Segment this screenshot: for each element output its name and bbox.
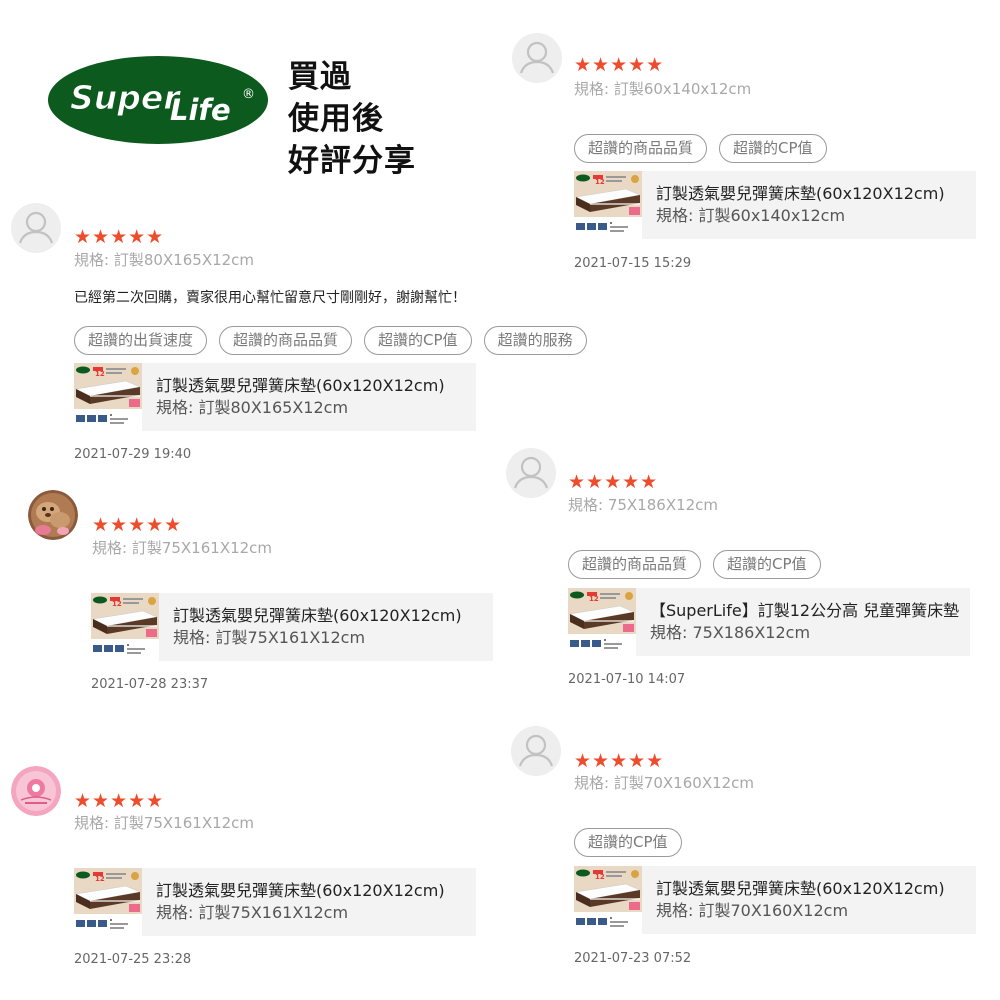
product-card[interactable]: 訂製透氣嬰兒彈簧床墊(60x120X12cm) 規格: 訂製75X161X12c…: [91, 593, 493, 661]
review-spec: 規格: 75X186X12cm: [568, 496, 719, 514]
tag-chip: 超讚的商品品質: [568, 550, 702, 579]
tag-chip: 超讚的商品品質: [219, 326, 353, 355]
tag-chip: 超讚的CP值: [719, 134, 827, 163]
product-card[interactable]: 訂製透氣嬰兒彈簧床墊(60x120X12cm) 規格: 訂製80X165X12c…: [74, 363, 476, 431]
star-rating: ★★★★★: [574, 750, 665, 772]
review-date: 2021-07-25 23:28: [74, 952, 192, 967]
product-thumbnail: [568, 588, 636, 656]
svg-text:Life: Life: [170, 93, 231, 127]
default-user-icon[interactable]: [511, 726, 561, 776]
default-user-icon[interactable]: [512, 33, 562, 83]
product-card[interactable]: 【SuperLife】訂製12公分高 兒童彈簧床墊 規格: 75X186X12c…: [568, 588, 970, 656]
svg-text:®: ®: [242, 87, 255, 102]
review-tags: 超讚的出貨速度 超讚的商品品質 超讚的CP值 超讚的服務: [74, 326, 587, 355]
product-thumbnail: [574, 866, 642, 934]
product-card[interactable]: 訂製透氣嬰兒彈簧床墊(60x120X12cm) 規格: 訂製70X160X12c…: [574, 866, 976, 934]
tag-chip: 超讚的CP值: [713, 550, 821, 579]
svg-text:Super: Super: [70, 78, 181, 117]
product-name: 訂製透氣嬰兒彈簧床墊(60x120X12cm): [656, 184, 945, 203]
review-date: 2021-07-29 19:40: [74, 447, 192, 462]
tag-chip: 超讚的商品品質: [574, 134, 708, 163]
tag-chip: 超讚的服務: [483, 326, 587, 355]
product-card[interactable]: 訂製透氣嬰兒彈簧床墊(60x120X12cm) 規格: 訂製75X161X12c…: [74, 868, 476, 936]
headline-line-3: 好評分享: [288, 143, 416, 179]
review-date: 2021-07-28 23:37: [91, 677, 209, 692]
review-spec: 規格: 訂製75X161X12cm: [92, 539, 273, 557]
tag-chip: 超讚的CP值: [574, 828, 682, 857]
review-date: 2021-07-15 15:29: [574, 256, 692, 271]
tag-chip: 超讚的出貨速度: [74, 326, 208, 355]
product-thumbnail: [74, 868, 142, 936]
review-spec: 規格: 訂製75X161X12cm: [74, 814, 255, 832]
headline-line-1: 買過: [288, 59, 352, 95]
pink-logo-avatar[interactable]: [11, 766, 61, 816]
star-rating: ★★★★★: [574, 54, 665, 76]
star-rating: ★★★★★: [74, 226, 165, 248]
review-tags: 超讚的商品品質 超讚的CP值: [574, 134, 827, 163]
review-comment: 已經第二次回購，賣家很用心幫忙留意尺寸剛剛好，謝謝幫忙！: [74, 290, 466, 306]
review-spec: 規格: 訂製70X160X12cm: [574, 774, 755, 792]
review-tags: 超讚的商品品質 超讚的CP值: [568, 550, 821, 579]
product-card[interactable]: 訂製透氣嬰兒彈簧床墊(60x120X12cm) 規格: 訂製60x140x12c…: [574, 171, 976, 239]
product-spec: 規格: 75X186X12cm: [650, 623, 811, 642]
review-date: 2021-07-10 14:07: [568, 672, 686, 687]
product-spec: 規格: 訂製80X165X12cm: [156, 398, 349, 417]
headline: 買過 使用後 好評分享: [288, 56, 416, 182]
superlife-logo: Super Life ®: [46, 54, 270, 146]
review-date: 2021-07-23 07:52: [574, 951, 692, 966]
product-name: 訂製透氣嬰兒彈簧床墊(60x120X12cm): [156, 881, 445, 900]
tag-chip: 超讚的CP值: [364, 326, 472, 355]
review-spec: 規格: 訂製80X165X12cm: [74, 251, 255, 269]
product-name: 訂製透氣嬰兒彈簧床墊(60x120X12cm): [173, 606, 462, 625]
product-name: 【SuperLife】訂製12公分高 兒童彈簧床墊: [650, 601, 960, 620]
product-thumbnail: [574, 171, 642, 239]
product-name: 訂製透氣嬰兒彈簧床墊(60x120X12cm): [156, 376, 445, 395]
headline-line-2: 使用後: [288, 101, 384, 137]
review-spec: 規格: 訂製60x140x12cm: [574, 80, 752, 98]
product-spec: 規格: 訂製75X161X12cm: [173, 628, 366, 647]
photo-avatar[interactable]: [28, 490, 78, 540]
product-thumbnail: [74, 363, 142, 431]
product-spec: 規格: 訂製60x140x12cm: [656, 206, 846, 225]
star-rating: ★★★★★: [568, 471, 659, 493]
product-spec: 規格: 訂製75X161X12cm: [156, 903, 349, 922]
star-rating: ★★★★★: [92, 514, 183, 536]
default-user-icon[interactable]: [506, 448, 556, 498]
product-name: 訂製透氣嬰兒彈簧床墊(60x120X12cm): [656, 879, 945, 898]
product-spec: 規格: 訂製70X160X12cm: [656, 901, 849, 920]
review-tags: 超讚的CP值: [574, 828, 682, 857]
product-thumbnail: [91, 593, 159, 661]
star-rating: ★★★★★: [74, 790, 165, 812]
default-user-icon[interactable]: [11, 203, 61, 253]
